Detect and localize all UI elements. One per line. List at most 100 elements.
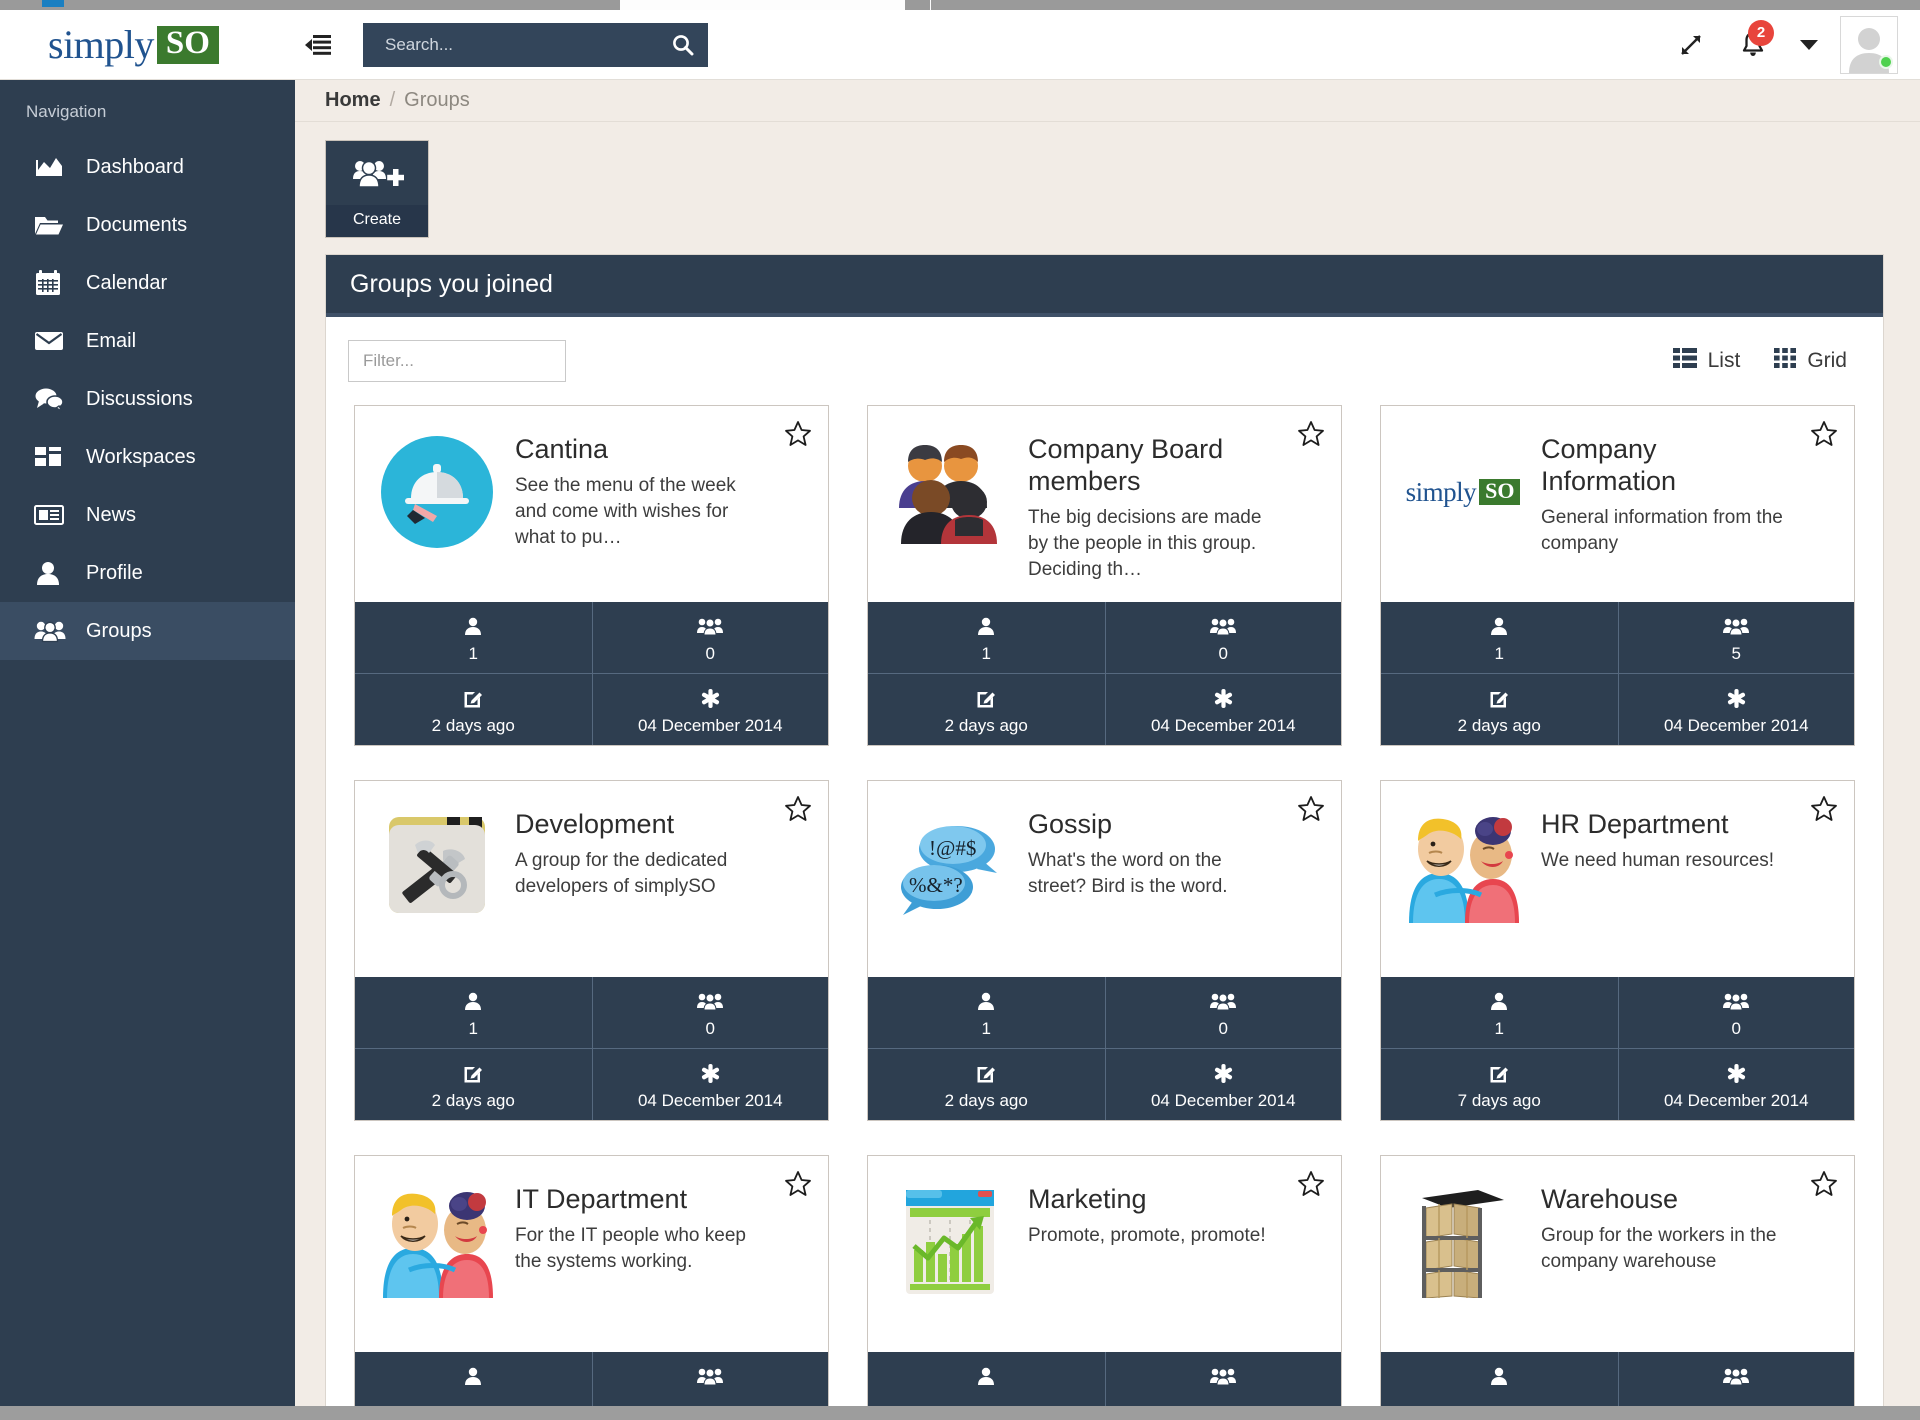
- comments-icon: [34, 386, 76, 412]
- hamburger-collapse-icon[interactable]: [295, 10, 341, 80]
- sidebar-item-calendar[interactable]: Calendar: [0, 254, 295, 312]
- group-description: The big decisions are made by the people…: [1028, 506, 1262, 581]
- stat-created[interactable]: 04 December 2014: [1617, 674, 1855, 745]
- group-card[interactable]: IT Department For the IT people who keep…: [354, 1155, 829, 1406]
- group-card-text: Warehouse Group for the workers in the c…: [1541, 1178, 1836, 1275]
- avatar[interactable]: [1840, 15, 1898, 74]
- stat-subgroups[interactable]: [1617, 1352, 1855, 1406]
- stat-members[interactable]: [1381, 1352, 1618, 1406]
- app-window: simply SO Search... 2 Navigation Dashboa…: [0, 10, 1920, 1406]
- stat-subgroups[interactable]: 5: [1617, 602, 1855, 673]
- user-icon: [1489, 1365, 1509, 1387]
- stat-members[interactable]: 1: [1381, 602, 1618, 673]
- stat-modified-value: 2 days ago: [431, 1091, 515, 1110]
- sidebar-item-documents[interactable]: Documents: [0, 196, 295, 254]
- group-card[interactable]: Company Board members The big decisions …: [867, 405, 1342, 746]
- stat-subgroups[interactable]: [1104, 1352, 1342, 1406]
- stat-modified[interactable]: 2 days ago: [355, 674, 592, 745]
- sidebar-item-workspaces[interactable]: Workspaces: [0, 428, 295, 486]
- stat-row-counts: 1 5: [1381, 602, 1854, 673]
- stat-created[interactable]: 04 December 2014: [1104, 1049, 1342, 1120]
- stat-subgroups-value: 0: [705, 644, 715, 663]
- stat-members[interactable]: 1: [1381, 977, 1618, 1048]
- stat-subgroups-value: 0: [1218, 644, 1228, 663]
- user-icon: [976, 615, 996, 637]
- sidebar-item-discussions[interactable]: Discussions: [0, 370, 295, 428]
- group-card[interactable]: Marketing Promote, promote, promote!: [867, 1155, 1342, 1406]
- sidebar-item-groups[interactable]: Groups: [0, 602, 295, 660]
- stat-row-dates: 2 days ago 04 December 2014: [355, 1048, 828, 1120]
- stat-members[interactable]: [355, 1352, 592, 1406]
- search-icon[interactable]: [672, 34, 694, 56]
- create-group-label: Create: [326, 205, 428, 237]
- stat-modified[interactable]: 2 days ago: [868, 1049, 1105, 1120]
- group-card[interactable]: Warehouse Group for the workers in the c…: [1380, 1155, 1855, 1406]
- expand-arrows-icon[interactable]: [1662, 10, 1720, 80]
- stat-members[interactable]: 1: [868, 602, 1105, 673]
- stat-created[interactable]: 04 December 2014: [591, 674, 829, 745]
- stat-modified[interactable]: 2 days ago: [1381, 674, 1618, 745]
- stat-subgroups[interactable]: 0: [591, 602, 829, 673]
- stat-row-dates: 2 days ago 04 December 2014: [1381, 673, 1854, 745]
- user-icon: [976, 990, 996, 1012]
- sidebar-item-news[interactable]: News: [0, 486, 295, 544]
- stat-subgroups[interactable]: 0: [1104, 602, 1342, 673]
- sidebar-item-email[interactable]: Email: [0, 312, 295, 370]
- stat-modified[interactable]: 7 days ago: [1381, 1049, 1618, 1120]
- create-group-button[interactable]: Create: [325, 140, 429, 238]
- search-box[interactable]: [363, 22, 708, 67]
- stat-subgroups[interactable]: 0: [591, 977, 829, 1048]
- stat-created-value: 04 December 2014: [637, 716, 783, 735]
- star-outline-icon[interactable]: [1810, 795, 1838, 823]
- sidebar-item-dashboard[interactable]: Dashboard: [0, 138, 295, 196]
- tools-hammer-wrench-icon: [373, 803, 501, 931]
- stat-modified[interactable]: 2 days ago: [868, 674, 1105, 745]
- view-toggle-grid[interactable]: Grid: [1774, 348, 1847, 374]
- group-card[interactable]: HR Department We need human resources! 1: [1380, 780, 1855, 1121]
- star-outline-icon[interactable]: [784, 1170, 812, 1198]
- stat-subgroups[interactable]: [591, 1352, 829, 1406]
- stat-subgroups[interactable]: 0: [1104, 977, 1342, 1048]
- stat-members[interactable]: 1: [355, 602, 592, 673]
- stat-created[interactable]: 04 December 2014: [1104, 674, 1342, 745]
- search-input[interactable]: [363, 22, 708, 67]
- group-card-body: Marketing Promote, promote, promote!: [868, 1156, 1341, 1352]
- star-outline-icon[interactable]: [784, 795, 812, 823]
- filter-input[interactable]: [348, 340, 566, 382]
- group-card-stats: 1 0 7 days ago 04 December 2014: [1381, 977, 1854, 1120]
- svg-text:%&*?: %&*?: [909, 873, 963, 897]
- calendar-icon: [34, 269, 76, 297]
- group-card-stats: [355, 1352, 828, 1406]
- stat-members[interactable]: [868, 1352, 1105, 1406]
- cartoon-couple-icon: [373, 1178, 501, 1306]
- star-outline-icon[interactable]: [1297, 1170, 1325, 1198]
- view-toggle-list[interactable]: List: [1672, 348, 1740, 374]
- stat-row-counts: [868, 1352, 1341, 1406]
- group-card[interactable]: !@#$ %&*? Gossip What's the word on the …: [867, 780, 1342, 1121]
- brand-logo[interactable]: simply SO: [0, 10, 295, 80]
- star-outline-icon[interactable]: [1810, 1170, 1838, 1198]
- notifications-button[interactable]: 2: [1724, 10, 1782, 80]
- star-outline-icon[interactable]: [1297, 420, 1325, 448]
- stat-row-counts: 1 0: [355, 602, 828, 673]
- stat-members[interactable]: 1: [355, 977, 592, 1048]
- sidebar-item-profile[interactable]: Profile: [0, 544, 295, 602]
- stat-members[interactable]: 1: [868, 977, 1105, 1048]
- stat-created[interactable]: 04 December 2014: [591, 1049, 829, 1120]
- group-card[interactable]: Cantina See the menu of the week and com…: [354, 405, 829, 746]
- star-outline-icon[interactable]: [784, 420, 812, 448]
- chevron-down-icon[interactable]: [1786, 10, 1832, 80]
- group-card[interactable]: Development A group for the dedicated de…: [354, 780, 829, 1121]
- folder-open-icon: [34, 213, 76, 237]
- group-card[interactable]: simply SO Company Information General inf…: [1380, 405, 1855, 746]
- users-icon: [1723, 1365, 1750, 1387]
- breadcrumb-home[interactable]: Home: [325, 89, 381, 112]
- stat-created[interactable]: 04 December 2014: [1617, 1049, 1855, 1120]
- board-people-icon: [886, 428, 1014, 556]
- star-outline-icon[interactable]: [1810, 420, 1838, 448]
- stat-modified[interactable]: 2 days ago: [355, 1049, 592, 1120]
- stat-subgroups[interactable]: 0: [1617, 977, 1855, 1048]
- stat-row-counts: [1381, 1352, 1854, 1406]
- bar-chart-growth-icon: [886, 1178, 1014, 1306]
- star-outline-icon[interactable]: [1297, 795, 1325, 823]
